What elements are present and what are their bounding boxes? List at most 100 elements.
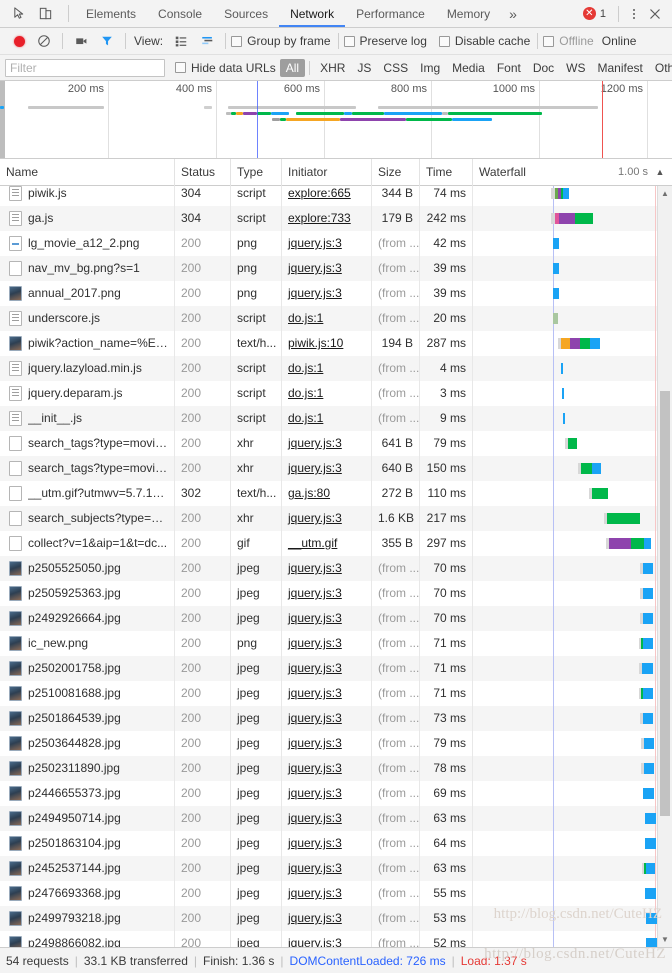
cell-name[interactable]: __utm.gif?utmwv=5.7.1&u... [0,481,175,506]
type-filter-xhr[interactable]: XHR [314,59,351,77]
type-filter-ws[interactable]: WS [560,59,591,77]
table-row[interactable]: piwik?action_name=%E9... 200 text/h... piwi… [0,331,672,356]
cell-name[interactable]: search_tags?type=movie... [0,456,175,481]
table-row[interactable]: ga.js 304 script explore:733 179 B 242 ms [0,206,672,231]
cell-name[interactable]: p2501863104.jpg [0,831,175,856]
initiator-link[interactable]: do.js:1 [288,411,323,425]
cell-name[interactable]: underscore.js [0,306,175,331]
main-menu-icon[interactable] [625,8,643,19]
tab-elements[interactable]: Elements [75,0,147,27]
tab-sources[interactable]: Sources [213,0,279,27]
cell-name[interactable]: p2502311890.jpg [0,756,175,781]
table-row[interactable]: p2501863104.jpg 200 jpeg jquery.js:3 (from .… [0,831,672,856]
initiator-link[interactable]: jquery.js:3 [288,461,342,475]
tab-performance[interactable]: Performance [345,0,436,27]
close-devtools-icon[interactable] [643,2,667,26]
offline-checkbox[interactable]: Offline [543,34,594,48]
cell-name[interactable]: __init__.js [0,406,175,431]
initiator-link[interactable]: jquery.js:3 [288,886,342,900]
record-button[interactable] [7,29,31,53]
table-row[interactable]: nav_mv_bg.png?s=1 200 png jquery.js:3 (from … [0,256,672,281]
column-header-type[interactable]: Type [231,158,282,186]
column-header-time[interactable]: Time [420,158,473,186]
show-overview-icon[interactable] [194,29,220,53]
scroll-down-icon[interactable]: ▼ [658,932,672,947]
hide-data-urls-checkbox[interactable]: Hide data URLs [175,61,276,75]
cell-name[interactable]: p2498866082.jpg [0,931,175,947]
table-row[interactable]: search_subjects?type=mo... 200 xhr jquery.j… [0,506,672,531]
initiator-link[interactable]: jquery.js:3 [288,436,342,450]
initiator-link[interactable]: jquery.js:3 [288,861,342,875]
table-row[interactable]: __utm.gif?utmwv=5.7.1&u... 302 text/h... ga… [0,481,672,506]
cell-name[interactable]: p2494950714.jpg [0,806,175,831]
table-row[interactable]: p2476693368.jpg 200 jpeg jquery.js:3 (from .… [0,881,672,906]
initiator-link[interactable]: jquery.js:3 [288,286,342,300]
group-by-frame-checkbox[interactable]: Group by frame [231,34,331,48]
tab-memory[interactable]: Memory [436,0,501,27]
initiator-link[interactable]: ga.js:80 [288,486,330,500]
table-row[interactable]: __init__.js 200 script do.js:1 (from ... 9 ms [0,406,672,431]
table-row[interactable]: p2502001758.jpg 200 jpeg jquery.js:3 (from .… [0,656,672,681]
cell-name[interactable]: ic_new.png [0,631,175,656]
cell-name[interactable]: p2505925363.jpg [0,581,175,606]
table-row[interactable]: annual_2017.png 200 png jquery.js:3 (from ..… [0,281,672,306]
initiator-link[interactable]: do.js:1 [288,361,323,375]
cell-name[interactable]: search_tags?type=movie... [0,431,175,456]
initiator-link[interactable]: jquery.js:3 [288,936,342,947]
table-row[interactable]: p2494950714.jpg 200 jpeg jquery.js:3 (from .… [0,806,672,831]
clear-button[interactable] [31,29,57,53]
initiator-link[interactable]: jquery.js:3 [288,511,342,525]
initiator-link[interactable]: jquery.js:3 [288,261,342,275]
table-row[interactable]: piwik.js 304 script explore:665 344 B 74 ms [0,186,672,206]
inspect-element-icon[interactable] [6,1,32,27]
cell-name[interactable]: jquery.deparam.js [0,381,175,406]
initiator-link[interactable]: jquery.js:3 [288,561,342,575]
large-rows-icon[interactable] [168,29,194,53]
initiator-link[interactable]: jquery.js:3 [288,636,342,650]
type-filter-doc[interactable]: Doc [527,59,560,77]
tab-console[interactable]: Console [147,0,213,27]
cell-name[interactable]: p2510081688.jpg [0,681,175,706]
tab-network[interactable]: Network [279,0,346,27]
disable-cache-checkbox[interactable]: Disable cache [438,34,530,48]
network-throttling-select[interactable]: Online [602,34,637,48]
table-row[interactable]: collect?v=1&aip=1&t=dc... 200 gif __utm.gif… [0,531,672,556]
more-tabs-icon[interactable]: » [501,0,525,27]
filter-input[interactable] [5,58,165,77]
table-row[interactable]: jquery.lazyload.min.js 200 script do.js:1 (f… [0,356,672,381]
initiator-link[interactable]: piwik.js:10 [288,336,343,350]
initiator-link[interactable]: jquery.js:3 [288,661,342,675]
cell-name[interactable]: p2492926664.jpg [0,606,175,631]
table-row[interactable]: p2502311890.jpg 200 jpeg jquery.js:3 (from .… [0,756,672,781]
cell-name[interactable]: annual_2017.png [0,281,175,306]
initiator-link[interactable]: jquery.js:3 [288,811,342,825]
initiator-link[interactable]: jquery.js:3 [288,711,342,725]
cell-name[interactable]: p2505525050.jpg [0,556,175,581]
initiator-link[interactable]: jquery.js:3 [288,611,342,625]
type-filter-manifest[interactable]: Manifest [592,59,649,77]
initiator-link[interactable]: jquery.js:3 [288,586,342,600]
type-filter-all[interactable]: All [279,58,306,77]
filter-toggle-icon[interactable] [94,29,120,53]
initiator-link[interactable]: jquery.js:3 [288,736,342,750]
column-header-name[interactable]: Name [0,158,175,186]
cell-name[interactable]: p2476693368.jpg [0,881,175,906]
initiator-link[interactable]: do.js:1 [288,311,323,325]
cell-name[interactable]: p2452537144.jpg [0,856,175,881]
network-overview-timeline[interactable]: 200 ms 400 ms 600 ms 800 ms 1000 ms 1200… [0,81,672,159]
error-badge[interactable]: ✕ 1 [582,7,606,20]
cell-name[interactable]: p2502001758.jpg [0,656,175,681]
initiator-link[interactable]: jquery.js:3 [288,836,342,850]
column-header-waterfall[interactable]: Waterfall 1.00 s ▲ [473,159,672,186]
initiator-link[interactable]: jquery.js:3 [288,686,342,700]
table-row[interactable]: p2446655373.jpg 200 jpeg jquery.js:3 (from .… [0,781,672,806]
column-header-initiator[interactable]: Initiator [282,158,372,186]
table-row[interactable]: p2492926664.jpg 200 jpeg jquery.js:3 (from .… [0,606,672,631]
cell-name[interactable]: collect?v=1&aip=1&t=dc... [0,531,175,556]
cell-name[interactable]: p2499793218.jpg [0,906,175,931]
table-row[interactable]: search_tags?type=movie... 200 xhr jquery.js… [0,431,672,456]
cell-name[interactable]: p2446655373.jpg [0,781,175,806]
cell-name[interactable]: lg_movie_a12_2.png [0,231,175,256]
scroll-up-icon[interactable]: ▲ [658,186,672,201]
initiator-link[interactable]: do.js:1 [288,386,323,400]
